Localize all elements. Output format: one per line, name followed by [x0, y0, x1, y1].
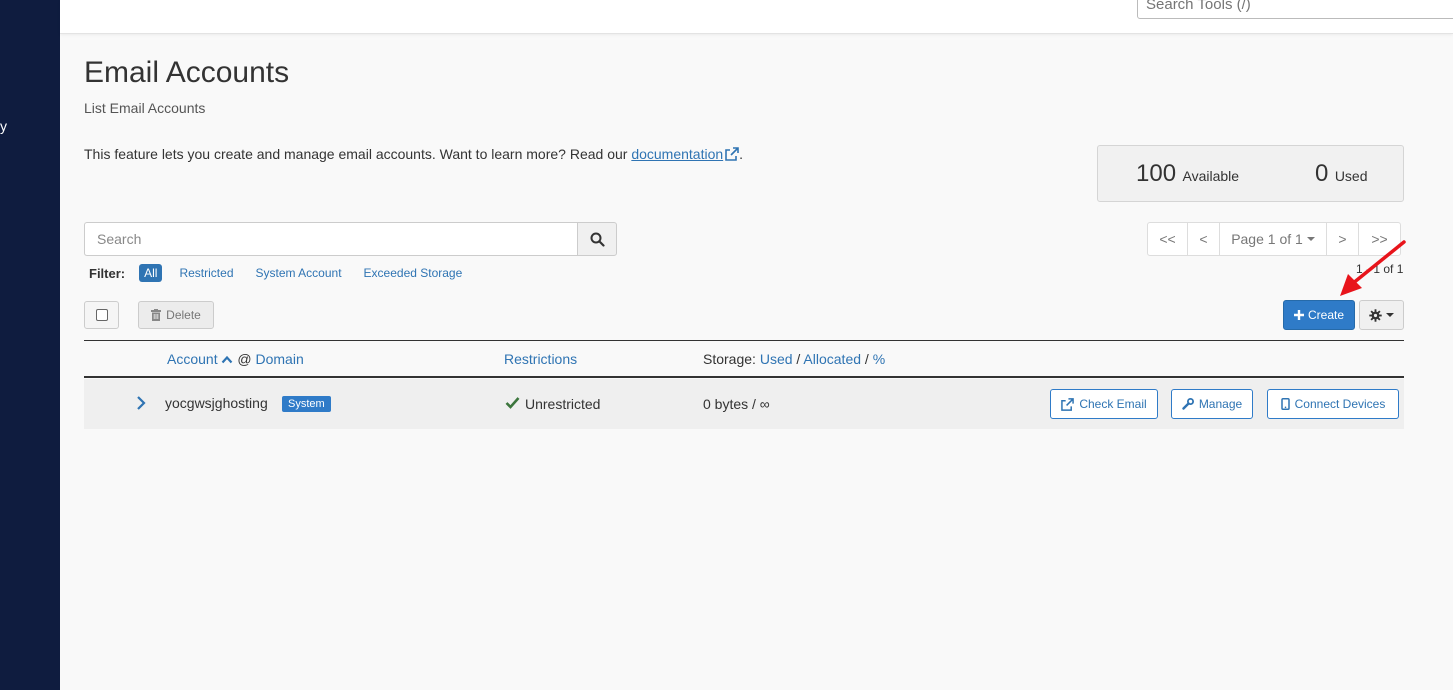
create-button[interactable]: Create — [1283, 300, 1355, 330]
sort-allocated-link[interactable]: Allocated — [803, 351, 861, 367]
check-email-label: Check Email — [1079, 397, 1147, 411]
filter-system-account[interactable]: System Account — [256, 266, 342, 280]
first-page-button[interactable]: << — [1147, 222, 1188, 256]
chevron-right-icon[interactable] — [136, 395, 146, 411]
create-label: Create — [1307, 308, 1345, 322]
settings-dropdown-button[interactable] — [1359, 300, 1404, 330]
account-stats: 100 Available 0 Used — [1097, 145, 1404, 202]
at-separator: @ — [237, 351, 252, 367]
page-subtitle: List Email Accounts — [84, 100, 206, 116]
caret-down-icon — [1306, 237, 1315, 241]
top-bar — [60, 0, 1453, 34]
documentation-link[interactable]: documentation — [631, 146, 723, 162]
table-header: Account @ Domain Restrictions Storage: U… — [84, 340, 1404, 378]
account-search — [84, 222, 617, 256]
trash-icon — [151, 309, 162, 321]
storage-value: 0 bytes / ∞ — [703, 396, 770, 412]
available-count: 100 — [1136, 160, 1177, 187]
search-input[interactable] — [84, 222, 577, 256]
plus-icon — [1293, 310, 1304, 320]
page-label: Page 1 of 1 — [1231, 231, 1303, 247]
table-row: yocgwsjghosting System Unrestricted 0 by… — [84, 379, 1404, 429]
select-all-button[interactable] — [84, 301, 119, 329]
account-name: yocgwsjghosting — [165, 395, 268, 411]
search-tools-input[interactable] — [1137, 0, 1453, 19]
checkmark-icon — [505, 397, 520, 409]
search-button[interactable] — [577, 222, 617, 256]
gear-icon — [1369, 308, 1382, 322]
external-link-icon[interactable] — [725, 147, 739, 161]
caret-down-icon — [1386, 313, 1394, 317]
filter-restricted[interactable]: Restricted — [179, 266, 233, 280]
manage-button[interactable]: Manage — [1171, 389, 1253, 419]
external-link-icon — [1061, 397, 1075, 411]
wrench-icon — [1182, 398, 1194, 410]
available-label: Available — [1182, 168, 1240, 184]
connect-devices-button[interactable]: Connect Devices — [1267, 389, 1399, 419]
system-badge: System — [282, 396, 331, 412]
check-email-button[interactable]: Check Email — [1050, 389, 1158, 419]
filter-all[interactable]: All — [139, 264, 163, 282]
column-domain-label[interactable]: Domain — [255, 351, 303, 367]
mobile-icon — [1280, 398, 1290, 410]
prev-page-button[interactable]: < — [1187, 222, 1220, 256]
page-title: Email Accounts — [84, 56, 290, 89]
intro-text: This feature lets you create and manage … — [84, 146, 743, 162]
filter-bar: Filter: All Restricted System Account Ex… — [89, 263, 484, 283]
column-account-label[interactable]: Account — [167, 351, 218, 367]
used-label: Used — [1334, 168, 1368, 184]
used-count: 0 — [1315, 160, 1329, 187]
manage-label: Manage — [1198, 397, 1243, 411]
filter-label: Filter: — [89, 265, 126, 281]
delete-button[interactable]: Delete — [138, 301, 214, 329]
sidebar-item-label[interactable]: y — [0, 118, 7, 134]
sort-ascending-icon — [222, 355, 233, 364]
delete-label: Delete — [166, 308, 201, 322]
connect-devices-label: Connect Devices — [1294, 397, 1386, 411]
sort-used-link[interactable]: Used — [760, 351, 793, 367]
storage-prefix: Storage: — [703, 351, 756, 367]
select-all-checkbox[interactable] — [95, 309, 108, 321]
column-restrictions[interactable]: Restrictions — [504, 351, 577, 367]
page-select[interactable]: Page 1 of 1 — [1219, 222, 1327, 256]
column-account[interactable]: Account @ Domain — [167, 351, 304, 367]
stat-used: 0 Used — [1315, 160, 1368, 188]
annotation-arrow-icon — [1340, 240, 1406, 296]
sort-percent-link[interactable]: % — [873, 351, 885, 367]
intro-sentence: This feature lets you create and manage … — [84, 146, 632, 162]
search-icon — [590, 232, 605, 247]
intro-suffix: . — [739, 146, 744, 162]
restriction-status: Unrestricted — [525, 396, 601, 412]
filter-exceeded-storage[interactable]: Exceeded Storage — [364, 266, 463, 280]
stat-available: 100 Available — [1136, 160, 1239, 188]
sidebar: y — [0, 0, 60, 690]
column-storage: Storage: Used / Allocated / % — [703, 351, 886, 367]
